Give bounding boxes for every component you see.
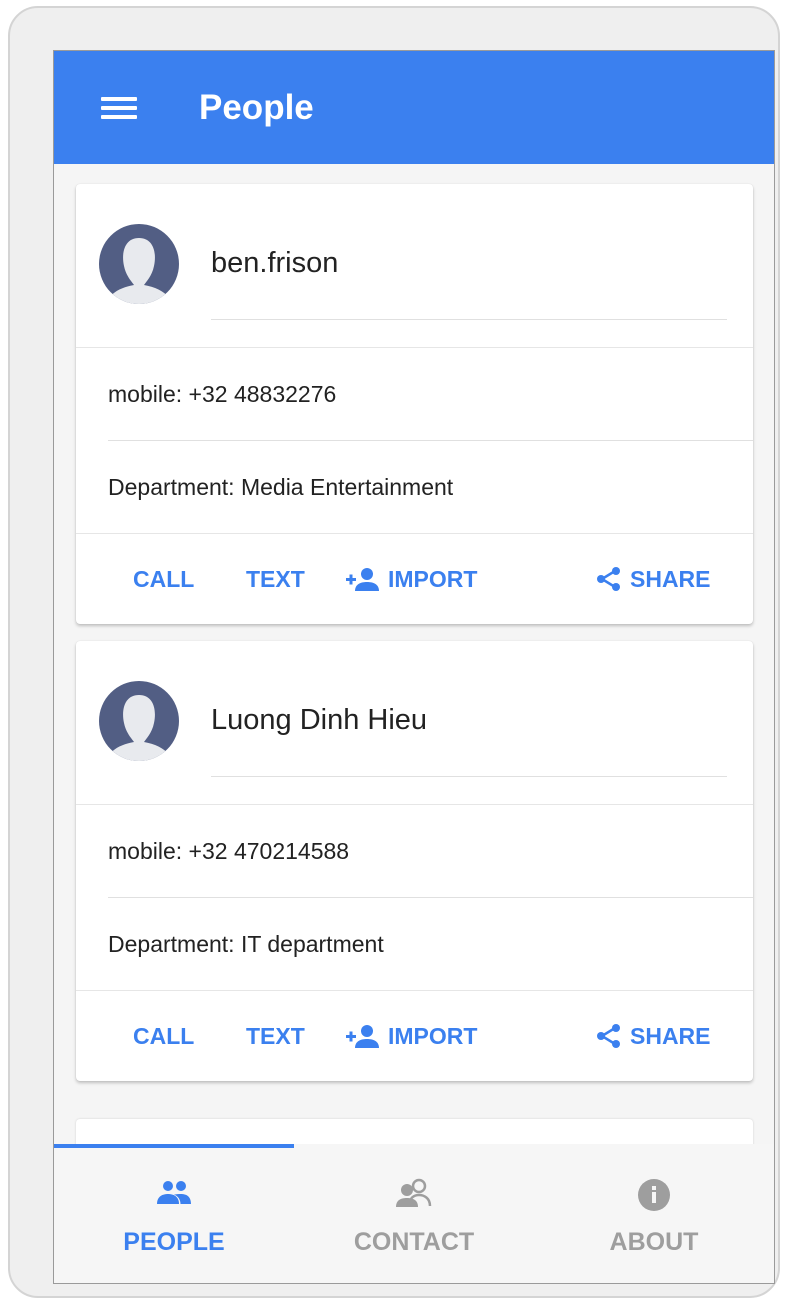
card-actions: CALL TEXT IMPORT SHARE [76, 534, 753, 624]
app-screen: People ben.frison mobile: +32 48832276 D… [53, 50, 775, 1284]
card-header: ben.frison [76, 184, 753, 347]
avatar [99, 681, 179, 761]
card-header: Luong Dinh Hieu [76, 641, 753, 804]
person-card: ben.frison mobile: +32 48832276 Departme… [76, 184, 753, 624]
call-button-label: CALL [133, 1022, 195, 1049]
import-button-label: IMPORT [388, 1022, 478, 1049]
people-icon [157, 1181, 191, 1204]
tab-contact[interactable]: CONTACT [294, 1144, 534, 1283]
card-actions: CALL TEXT IMPORT SHARE [76, 991, 753, 1081]
mobile-row: mobile: +32 48832276 [108, 380, 337, 407]
share-button-label: SHARE [630, 565, 711, 592]
tab-about-label: ABOUT [609, 1228, 699, 1256]
person-card: Luong Dinh Hieu mobile: +32 470214588 De… [76, 641, 753, 1081]
text-button[interactable]: TEXT [246, 534, 305, 624]
page-title: People [199, 87, 314, 127]
person-add-icon [346, 568, 379, 591]
import-button[interactable]: IMPORT [346, 534, 477, 624]
import-button[interactable]: IMPORT [346, 991, 477, 1081]
text-button-label: TEXT [246, 1022, 305, 1049]
tab-people-label: PEOPLE [123, 1228, 225, 1256]
share-icon [597, 567, 620, 591]
call-button-label: CALL [133, 565, 195, 592]
person-silhouette-icon [99, 224, 179, 304]
import-button-label: IMPORT [388, 565, 478, 592]
info-icon [638, 1179, 670, 1211]
share-button[interactable]: SHARE [596, 991, 711, 1081]
menu-icon[interactable] [101, 94, 137, 122]
contact-icon [396, 1178, 432, 1207]
person-name: ben.frison [211, 247, 339, 279]
person-silhouette-icon [99, 681, 179, 761]
bottom-navigation: PEOPLE CONTACT ABOUT [54, 1144, 774, 1283]
share-icon [597, 1024, 620, 1048]
tab-people[interactable]: PEOPLE [54, 1144, 294, 1283]
mobile-row: mobile: +32 470214588 [108, 837, 350, 864]
share-button-label: SHARE [630, 1022, 711, 1049]
person-card-partial [76, 1119, 753, 1144]
app-bar: People [54, 51, 774, 164]
person-name: Luong Dinh Hieu [211, 704, 428, 736]
tab-about[interactable]: ABOUT [534, 1144, 774, 1283]
device-frame: People ben.frison mobile: +32 48832276 D… [8, 6, 780, 1298]
text-button-label: TEXT [246, 565, 305, 592]
text-button[interactable]: TEXT [246, 991, 305, 1081]
department-row: Department: Media Entertainment [108, 473, 454, 500]
share-button[interactable]: SHARE [596, 534, 711, 624]
tab-contact-label: CONTACT [353, 1228, 475, 1256]
call-button[interactable]: CALL [133, 991, 194, 1081]
avatar [99, 224, 179, 304]
person-add-icon [346, 1025, 379, 1048]
department-row: Department: IT department [108, 930, 384, 957]
people-list[interactable]: ben.frison mobile: +32 48832276 Departme… [54, 164, 774, 1144]
divider [211, 776, 727, 777]
divider [211, 319, 727, 320]
call-button[interactable]: CALL [133, 534, 194, 624]
